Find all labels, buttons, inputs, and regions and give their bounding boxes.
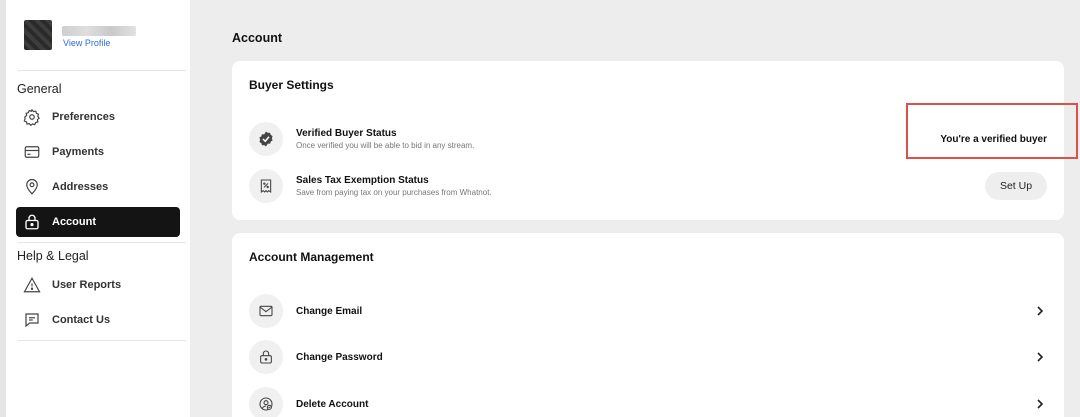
sidebar-item-payments[interactable]: Payments bbox=[16, 137, 180, 167]
sidebar-item-contact-us[interactable]: Contact Us bbox=[16, 305, 180, 335]
section-title-general: General bbox=[17, 82, 62, 96]
receipt-percent-icon bbox=[249, 169, 283, 203]
avatar[interactable] bbox=[24, 20, 52, 50]
row-title: Delete Account bbox=[296, 398, 369, 410]
divider bbox=[18, 242, 186, 243]
change-email-row[interactable]: Change Email bbox=[249, 294, 1047, 328]
divider bbox=[18, 70, 186, 71]
sidebar-item-preferences[interactable]: Preferences bbox=[16, 102, 180, 132]
verified-status-text: You're a verified buyer bbox=[940, 133, 1047, 145]
row-subtitle: Save from paying tax on your purchases f… bbox=[296, 188, 492, 197]
row-title: Sales Tax Exemption Status bbox=[296, 175, 429, 186]
divider bbox=[18, 340, 186, 341]
row-subtitle: Once verified you will be able to bid in… bbox=[296, 141, 475, 150]
verified-check-icon bbox=[249, 122, 283, 156]
section-title-help: Help & Legal bbox=[17, 249, 89, 263]
tax-exemption-row: Sales Tax Exemption Status Save from pay… bbox=[249, 169, 1047, 203]
sidebar-item-label: User Reports bbox=[52, 279, 122, 291]
delete-account-row[interactable]: Delete Account bbox=[249, 387, 1047, 417]
verified-buyer-row: Verified Buyer Status Once verified you … bbox=[249, 122, 1047, 156]
sidebar-item-label: Contact Us bbox=[52, 314, 111, 326]
sidebar-item-user-reports[interactable]: User Reports bbox=[16, 270, 180, 300]
warning-icon bbox=[22, 275, 42, 295]
location-pin-icon bbox=[22, 177, 42, 197]
set-up-button[interactable]: Set Up bbox=[985, 172, 1047, 200]
lock-icon bbox=[22, 212, 42, 232]
main-content: Account Buyer Settings Verified Buyer St… bbox=[190, 0, 1080, 417]
chevron-right-icon[interactable] bbox=[1033, 397, 1047, 411]
sidebar-item-label: Payments bbox=[52, 146, 104, 158]
gear-icon bbox=[22, 107, 42, 127]
sidebar-item-label: Preferences bbox=[52, 111, 115, 123]
view-profile-link[interactable]: View Profile bbox=[63, 38, 110, 48]
change-password-row[interactable]: Change Password bbox=[249, 340, 1047, 374]
profile-name-redacted bbox=[62, 26, 136, 36]
sidebar-item-account[interactable]: Account bbox=[16, 207, 180, 237]
sidebar-item-label: Addresses bbox=[52, 181, 109, 193]
card-title: Account Management bbox=[249, 250, 374, 264]
delete-user-icon bbox=[249, 387, 283, 417]
sidebar-item-label: Account bbox=[52, 216, 96, 228]
row-title: Change Email bbox=[296, 305, 363, 317]
card-icon bbox=[22, 142, 42, 162]
chevron-right-icon[interactable] bbox=[1033, 304, 1047, 318]
row-title: Change Password bbox=[296, 351, 383, 363]
profile-header[interactable]: View Profile bbox=[16, 14, 186, 64]
page-title: Account bbox=[232, 31, 282, 45]
lock-icon bbox=[249, 340, 283, 374]
card-title: Buyer Settings bbox=[249, 78, 334, 92]
buyer-settings-card: Buyer Settings Verified Buyer Status Onc… bbox=[232, 61, 1064, 220]
sidebar: View Profile General Preferences Payment… bbox=[6, 0, 190, 417]
account-management-card: Account Management Change Email Change P… bbox=[232, 233, 1064, 417]
row-title: Verified Buyer Status bbox=[296, 128, 397, 139]
chevron-right-icon[interactable] bbox=[1033, 350, 1047, 364]
envelope-icon bbox=[249, 294, 283, 328]
sidebar-item-addresses[interactable]: Addresses bbox=[16, 172, 180, 202]
message-icon bbox=[22, 310, 42, 330]
